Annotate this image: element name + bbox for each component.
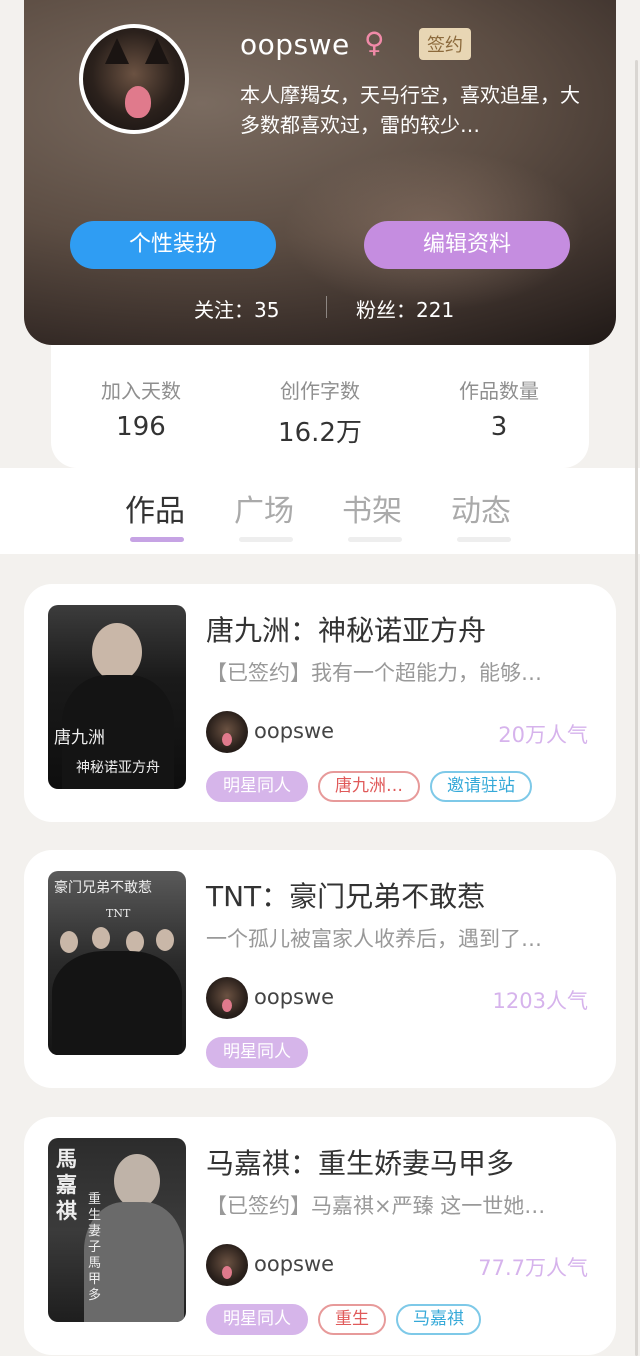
tag-list: 明星同人 [206, 1037, 318, 1069]
stats-panel: 加入天数 196 创作字数 16.2万 作品数量 3 [51, 345, 589, 468]
stat-join-days: 加入天数 196 [51, 375, 231, 442]
work-title[interactable]: 马嘉祺：重生娇妻马甲多 [206, 1142, 514, 1182]
author-avatar [206, 711, 248, 753]
female-icon: ♀ [364, 26, 385, 59]
tag[interactable]: 明星同人 [206, 1304, 308, 1335]
author-avatar [206, 977, 248, 1019]
popularity: 77.7万人气 [478, 1256, 588, 1280]
tag[interactable]: 唐九洲… [318, 771, 420, 802]
book-cover[interactable]: 豪门兄弟不敢惹 TNT [48, 871, 186, 1055]
dress-up-button[interactable]: 个性装扮 [70, 221, 276, 269]
stat-value: 16.2万 [278, 418, 362, 448]
book-cover[interactable]: 馬嘉祺 重生妻子馬甲多 [48, 1138, 186, 1322]
tag-list: 明星同人 重生 马嘉祺 [206, 1304, 491, 1336]
signed-badge: 签约 [419, 28, 471, 60]
tag[interactable]: 邀请驻站 [430, 771, 532, 802]
work-title[interactable]: TNT：豪门兄弟不敢惹 [206, 875, 485, 915]
username: oopswe [240, 28, 350, 61]
bio[interactable]: 本人摩羯女，天马行空，喜欢追星，大多数都喜欢过，雷的较少… [240, 80, 580, 140]
author-name: oopswe [254, 1252, 335, 1276]
scrollbar[interactable] [635, 60, 638, 1356]
tag-list: 明星同人 唐九洲… 邀请驻站 [206, 771, 542, 803]
tab-indicator [130, 537, 184, 542]
book-cover[interactable]: 唐九洲 神秘诺亚方舟 [48, 605, 186, 789]
edit-profile-button[interactable]: 编辑资料 [364, 221, 570, 269]
tab-bar [0, 468, 640, 554]
profile-header: oopswe ♀ 签约 本人摩羯女，天马行空，喜欢追星，大多数都喜欢过，雷的较少… [24, 0, 616, 345]
tab-bookshelf[interactable]: 书架 [342, 486, 402, 530]
stat-label: 作品数量 [459, 379, 539, 403]
work-title[interactable]: 唐九洲：神秘诺亚方舟 [206, 609, 486, 649]
tab-works[interactable]: 作品 [125, 486, 185, 530]
tag[interactable]: 马嘉祺 [396, 1304, 481, 1335]
fans-count[interactable]: 粉丝：221 [356, 294, 454, 323]
work-description: 一个孤儿被富家人收养后，遇到了… [206, 927, 542, 951]
stat-works-count: 作品数量 3 [409, 375, 589, 442]
following-count[interactable]: 关注：35 [194, 294, 279, 323]
work-card[interactable]: 唐九洲 神秘诺亚方舟 唐九洲：神秘诺亚方舟 【已签约】我有一个超能力，能够… o… [24, 584, 616, 822]
stat-value: 196 [116, 412, 166, 442]
tab-activity[interactable]: 动态 [451, 486, 511, 530]
follow-stats: 关注：35 粉丝：221 [24, 292, 616, 324]
tag[interactable]: 明星同人 [206, 1037, 308, 1068]
stat-label: 创作字数 [280, 379, 360, 403]
work-card[interactable]: 馬嘉祺 重生妻子馬甲多 马嘉祺：重生娇妻马甲多 【已签约】马嘉祺×严臻 这一世她… [24, 1117, 616, 1355]
stat-value: 3 [490, 412, 508, 442]
popularity: 20万人气 [498, 723, 588, 747]
author-name: oopswe [254, 719, 335, 743]
work-description: 【已签约】我有一个超能力，能够… [206, 661, 542, 685]
popularity: 1203人气 [492, 989, 588, 1013]
divider [326, 296, 327, 318]
avatar[interactable] [79, 24, 189, 134]
author-name: oopswe [254, 985, 335, 1009]
work-card[interactable]: 豪门兄弟不敢惹 TNT TNT：豪门兄弟不敢惹 一个孤儿被富家人收养后，遇到了…… [24, 850, 616, 1088]
tag[interactable]: 重生 [318, 1304, 386, 1335]
work-description: 【已签约】马嘉祺×严臻 这一世她… [206, 1194, 546, 1218]
author-avatar [206, 1244, 248, 1286]
stat-label: 加入天数 [101, 379, 181, 403]
tab-square[interactable]: 广场 [234, 486, 294, 530]
tag[interactable]: 明星同人 [206, 771, 308, 802]
stat-word-count: 创作字数 16.2万 [230, 375, 410, 449]
profile-page: oopswe ♀ 签约 本人摩羯女，天马行空，喜欢追星，大多数都喜欢过，雷的较少… [0, 0, 640, 1356]
